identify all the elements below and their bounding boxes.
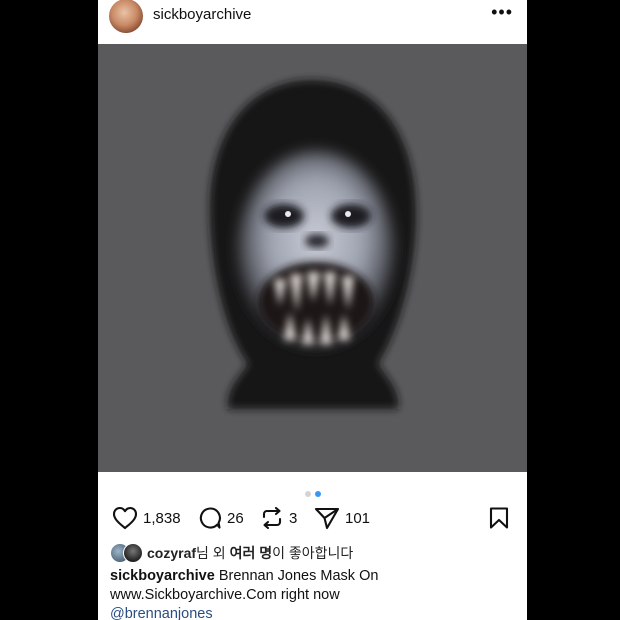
- mask-photo: [209, 80, 416, 409]
- bookmark-icon: [489, 507, 509, 529]
- avatar[interactable]: [109, 0, 143, 33]
- post-username[interactable]: sickboyarchive: [153, 6, 251, 23]
- post-header: sickboyarchive •••: [98, 0, 527, 44]
- liker-username[interactable]: cozyraf: [147, 545, 196, 561]
- liked-by-suffix-end: 이 좋아합니다: [272, 545, 354, 561]
- share-count: 101: [345, 509, 371, 527]
- liked-by-suffix: 님 외: [196, 545, 230, 561]
- repost-button[interactable]: 3: [260, 504, 297, 532]
- post-caption: sickboyarchive Brennan Jones Mask On www…: [110, 567, 520, 620]
- like-count: 1,838: [143, 509, 181, 527]
- caption-mention[interactable]: @brennanjones: [110, 606, 213, 620]
- heart-icon: [112, 506, 138, 530]
- more-options-icon[interactable]: •••: [491, 2, 513, 22]
- repost-count: 3: [289, 509, 298, 527]
- share-button[interactable]: 101: [314, 504, 370, 532]
- comment-icon: [199, 507, 221, 529]
- caption-text: Brennan Jones Mask On: [214, 568, 379, 584]
- send-icon: [314, 507, 340, 530]
- carousel-dot: [304, 491, 311, 497]
- liked-by-others[interactable]: 여러 명: [230, 545, 273, 561]
- carousel-dot-active: [314, 491, 321, 497]
- save-button[interactable]: [488, 504, 510, 532]
- post-image[interactable]: [98, 44, 527, 472]
- like-button[interactable]: 1,838: [112, 504, 181, 532]
- comment-button[interactable]: 26: [198, 504, 244, 532]
- carousel-indicator: [98, 484, 527, 497]
- post-card: sickboyarchive ••• 1,838 26 3 101 cozyra…: [98, 0, 527, 620]
- caption-text-line2: www.Sickboyarchive.Com right now: [110, 587, 340, 603]
- liked-by-text: cozyraf님 외 여러 명이 좋아합니다: [147, 543, 353, 563]
- liked-by-row[interactable]: cozyraf님 외 여러 명이 좋아합니다: [110, 543, 353, 563]
- comment-count: 26: [227, 509, 244, 527]
- action-bar: 1,838 26 3 101: [98, 504, 527, 532]
- caption-username[interactable]: sickboyarchive: [110, 568, 215, 584]
- repost-icon: [262, 506, 282, 530]
- liker-avatar: [123, 543, 143, 563]
